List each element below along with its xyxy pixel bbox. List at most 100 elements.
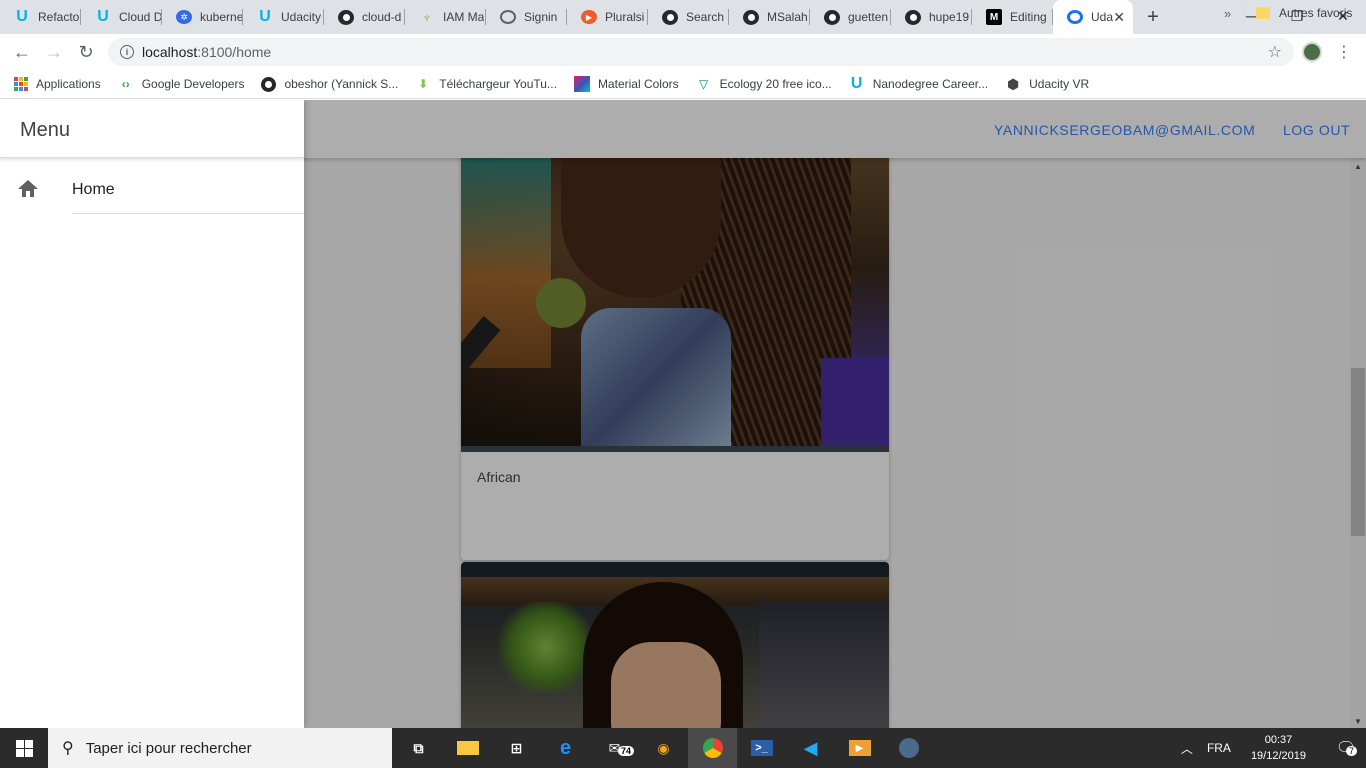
site-info-icon[interactable]: i — [120, 45, 134, 59]
bookmark-obeshor[interactable]: obeshor (Yannick S... — [261, 76, 399, 92]
tab-hupe[interactable]: hupe19 — [891, 0, 972, 34]
tab-label: Signin — [524, 10, 558, 24]
reload-button[interactable]: ↻ — [70, 36, 102, 68]
store-app[interactable]: ⊞ — [492, 728, 541, 768]
address-bar[interactable]: i localhost:8100/home ☆ — [108, 38, 1294, 66]
vscode-icon: ◀ — [803, 737, 818, 758]
file-explorer-app[interactable] — [443, 728, 492, 768]
bookmark-google-developers[interactable]: ‹› Google Developers — [118, 76, 245, 92]
iam-icon: ♆ — [422, 9, 432, 25]
brave-app[interactable]: ◉ — [639, 728, 688, 768]
globe-icon — [500, 10, 516, 24]
vr-cube-icon: ⬢ — [1006, 75, 1020, 92]
bookmark-ecology[interactable]: ▽ Ecology 20 free ico... — [696, 76, 832, 92]
powershell-icon: >_ — [750, 740, 773, 756]
bookmark-label: Téléchargeur YouTu... — [439, 77, 557, 91]
forward-button[interactable]: → — [38, 36, 70, 68]
edge-app[interactable]: e — [541, 728, 590, 768]
more-bookmarks-button[interactable]: » — [1224, 6, 1231, 21]
tab-kubernetes[interactable]: ✲ kuberne — [162, 0, 243, 34]
brave-icon: ◉ — [657, 739, 670, 756]
bookmark-label: Udacity VR — [1029, 77, 1090, 91]
mail-badge: 74 — [618, 746, 635, 756]
bookmark-label: Ecology 20 free ico... — [719, 77, 832, 91]
powershell-app[interactable]: >_ — [737, 728, 786, 768]
close-tab-icon[interactable]: ✕ — [1113, 9, 1125, 26]
media-app[interactable]: ▶ — [835, 728, 884, 768]
download-icon: ⬇ — [418, 77, 429, 91]
notification-count: 7 — [1346, 746, 1358, 756]
chrome-app[interactable] — [688, 728, 737, 768]
other-bookmarks-folder[interactable]: Autres favoris — [1256, 6, 1352, 20]
bookmark-udacity-vr[interactable]: ⬢ Udacity VR — [1005, 76, 1089, 92]
windows-logo-icon — [15, 739, 33, 757]
store-bag-icon: ⊞ — [510, 739, 523, 756]
tab-label: Search — [686, 10, 725, 24]
bookmark-youtube-downloader[interactable]: ⬇ Téléchargeur YouTu... — [415, 76, 557, 92]
udacity-icon: U — [850, 75, 863, 92]
clock-date: 19/12/2019 — [1250, 750, 1306, 762]
search-icon: ⚲ — [62, 740, 74, 757]
apps-grid-icon — [14, 77, 28, 91]
action-center-button[interactable]: 🗨7 — [1326, 738, 1366, 758]
tab-iam[interactable]: ♆ IAM Ma — [405, 0, 486, 34]
tab-label: Udacity — [281, 10, 322, 24]
url-host: localhost — [142, 44, 198, 60]
tab-cloud-github[interactable]: cloud-d — [324, 0, 405, 34]
menu-item-home[interactable]: Home — [0, 158, 304, 214]
new-tab-button[interactable]: + — [1139, 0, 1167, 34]
profile-avatar[interactable] — [1302, 42, 1322, 62]
tab-label: IAM Ma — [443, 10, 485, 24]
bookmark-material-colors[interactable]: Material Colors — [573, 76, 679, 92]
google-developers-icon: ‹› — [121, 77, 130, 91]
back-button[interactable]: ← — [6, 36, 38, 68]
windows-taskbar: ⚲ Taper ici pour rechercher ⧉ ⊞ e ✉ 74 ◉ >… — [0, 728, 1366, 768]
folder-icon — [1256, 7, 1270, 19]
bookmark-label: Google Developers — [141, 77, 245, 91]
bookmark-nanodegree[interactable]: U Nanodegree Career... — [849, 75, 988, 92]
tab-pluralsight[interactable]: ▶ Pluralsi — [567, 0, 648, 34]
medium-icon: M — [986, 9, 1002, 25]
tab-signin[interactable]: Signin — [486, 0, 567, 34]
elephant-app[interactable] — [884, 728, 933, 768]
mail-app[interactable]: ✉ 74 — [590, 728, 639, 768]
search-placeholder: Taper ici pour rechercher — [85, 739, 252, 757]
tab-label: cloud-d — [362, 10, 402, 24]
tab-refacto[interactable]: U Refacto — [0, 0, 81, 34]
tab-label: hupe19 — [929, 10, 970, 24]
chrome-icon — [702, 738, 723, 758]
kubernetes-icon: ✲ — [176, 10, 192, 24]
tab-msalah[interactable]: MSalah — [729, 0, 810, 34]
taskbar-apps: ⧉ ⊞ e ✉ 74 ◉ >_ ◀ ▶ — [394, 728, 933, 768]
language-indicator[interactable]: FRA — [1207, 741, 1231, 755]
browser-menu-icon[interactable]: ⋮ — [1336, 40, 1352, 64]
browser-tab-strip: U Refacto U Cloud D ✲ kuberne U Udacity clou… — [0, 0, 1366, 34]
github-icon — [261, 76, 277, 92]
loading-icon — [1067, 10, 1083, 24]
udacity-icon: U — [259, 8, 271, 25]
github-icon — [905, 9, 921, 25]
tab-guetten[interactable]: guetten — [810, 0, 891, 34]
system-tray: ︿ FRA 00:37 19/12/2019 🗨7 — [1181, 728, 1366, 768]
bookmark-applications[interactable]: Applications — [14, 77, 101, 91]
tab-editing[interactable]: M Editing — [972, 0, 1053, 34]
github-icon — [824, 9, 840, 25]
menu-item-label: Home — [72, 181, 115, 198]
tab-search[interactable]: Search — [648, 0, 729, 34]
tab-udacity[interactable]: U Udacity — [243, 0, 324, 34]
tab-cloud[interactable]: U Cloud D — [81, 0, 162, 34]
bookmark-label: obeshor (Yannick S... — [284, 77, 399, 91]
bookmarks-divider — [1244, 6, 1245, 22]
task-view-button[interactable]: ⧉ — [394, 728, 443, 768]
show-hidden-icons-icon[interactable]: ︿ — [1181, 740, 1193, 757]
bookmark-star-icon[interactable]: ☆ — [1268, 42, 1282, 62]
media-player-icon: ▶ — [848, 740, 871, 756]
url-path: :8100/home — [197, 44, 272, 60]
start-button[interactable] — [0, 728, 48, 768]
vscode-app[interactable]: ◀ — [786, 728, 835, 768]
taskbar-search[interactable]: ⚲ Taper ici pour rechercher — [48, 728, 392, 768]
tab-active[interactable]: Uda ✕ — [1053, 0, 1133, 34]
browser-toolbar: ← → ↻ i localhost:8100/home ☆ — [0, 34, 1366, 70]
clock[interactable]: 00:37 19/12/2019 — [1251, 732, 1306, 764]
tab-label: Editing — [1010, 10, 1047, 24]
